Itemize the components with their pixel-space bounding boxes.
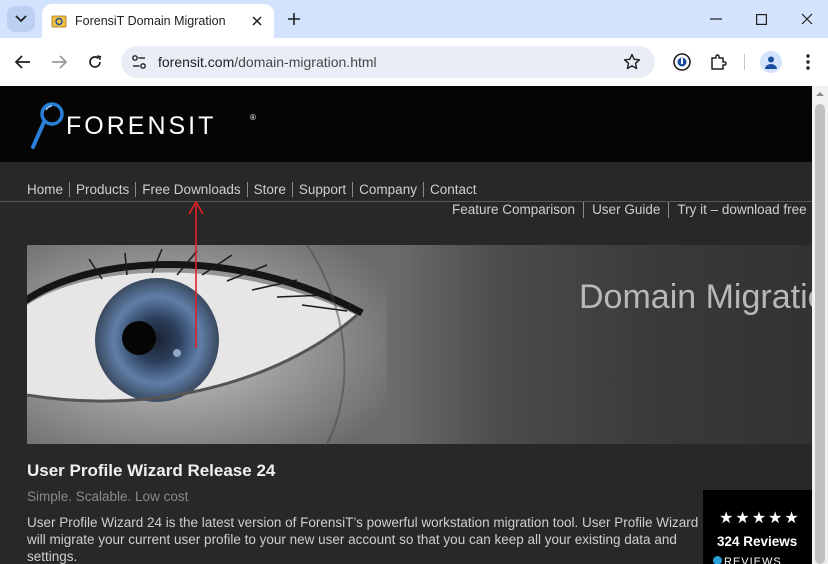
review-count: 324 Reviews: [717, 534, 798, 549]
page-viewport: FORENSIT ® Home Products Free Downloads …: [0, 86, 812, 564]
chevron-down-icon: [15, 15, 27, 23]
extensions-puzzle-icon[interactable]: [708, 52, 728, 72]
nav-free-downloads[interactable]: Free Downloads: [136, 182, 248, 197]
subnav-user-guide[interactable]: User Guide: [584, 202, 670, 218]
eye-illustration: [27, 245, 387, 444]
rating-stars: ★★★★★: [719, 510, 801, 527]
url-path: /domain-migration.html: [234, 54, 377, 70]
browser-menu-kebab-icon[interactable]: [798, 52, 818, 72]
forensit-logo[interactable]: FORENSIT ®: [30, 100, 270, 152]
nav-company[interactable]: Company: [353, 182, 424, 197]
intro-paragraph: User Profile Wizard 24 is the latest ver…: [27, 515, 699, 564]
subnav-try-download[interactable]: Try it – download free: [669, 202, 812, 218]
browser-tab[interactable]: ForensiT Domain Migration: [42, 4, 274, 38]
reviews-widget[interactable]: ★★★★★ 324 Reviews REVIEWS: [703, 490, 812, 564]
page-scrollbar[interactable]: [812, 86, 828, 564]
toolbar-separator: [744, 54, 745, 70]
url-text: forensit.com/domain-migration.html: [158, 54, 377, 70]
nav-contact[interactable]: Contact: [424, 182, 483, 197]
scrollbar-thumb[interactable]: [815, 104, 825, 564]
main-navigation: Home Products Free Downloads Store Suppo…: [27, 182, 482, 197]
tab-search-button[interactable]: [7, 6, 35, 32]
back-arrow-icon[interactable]: [10, 49, 36, 75]
site-header: FORENSIT ®: [0, 86, 812, 162]
profile-avatar-icon[interactable]: [760, 51, 782, 73]
page-heading: User Profile Wizard Release 24: [27, 461, 276, 480]
address-bar[interactable]: forensit.com/domain-migration.html: [121, 46, 655, 78]
reviews-brand-text: REVIEWS: [724, 556, 782, 564]
magnifier-logo-icon: [31, 102, 64, 149]
nav-support[interactable]: Support: [293, 182, 354, 197]
forensit-favicon-icon: [51, 15, 67, 28]
nav-products[interactable]: Products: [70, 182, 137, 197]
subnav-feature-comparison[interactable]: Feature Comparison: [452, 202, 585, 218]
site-info-tune-icon[interactable]: [130, 53, 148, 71]
logo-wordmark: FORENSIT: [66, 112, 217, 140]
browser-toolbar: forensit.com/domain-migration.html: [0, 38, 828, 86]
scroll-up-arrow-icon[interactable]: [816, 90, 824, 98]
extension-shield-icon[interactable]: [672, 52, 692, 72]
reload-icon[interactable]: [82, 49, 108, 75]
bookmark-star-icon[interactable]: [623, 53, 641, 71]
new-tab-plus-icon[interactable]: [283, 8, 305, 30]
nav-store[interactable]: Store: [248, 182, 293, 197]
logo-registered-mark: ®: [250, 113, 256, 122]
close-tab-icon[interactable]: [249, 13, 265, 29]
url-host: forensit.com: [158, 54, 235, 70]
tagline: Simple. Scalable. Low cost: [27, 489, 189, 504]
hero-banner: Domain Migration: [27, 245, 812, 444]
minimize-icon[interactable]: [701, 6, 731, 32]
tab-title: ForensiT Domain Migration: [75, 14, 226, 28]
reviews-logo-icon: [713, 556, 722, 564]
reviews-brand-label: REVIEWS: [713, 556, 782, 564]
nav-home[interactable]: Home: [27, 182, 71, 197]
sub-navigation: Feature Comparison User Guide Try it – d…: [452, 202, 812, 218]
forward-arrow-icon[interactable]: [46, 49, 72, 75]
banner-title: Domain Migration: [579, 278, 812, 316]
close-window-icon[interactable]: [792, 6, 822, 32]
maximize-icon[interactable]: [746, 6, 776, 32]
tab-strip: ForensiT Domain Migration: [0, 0, 828, 38]
